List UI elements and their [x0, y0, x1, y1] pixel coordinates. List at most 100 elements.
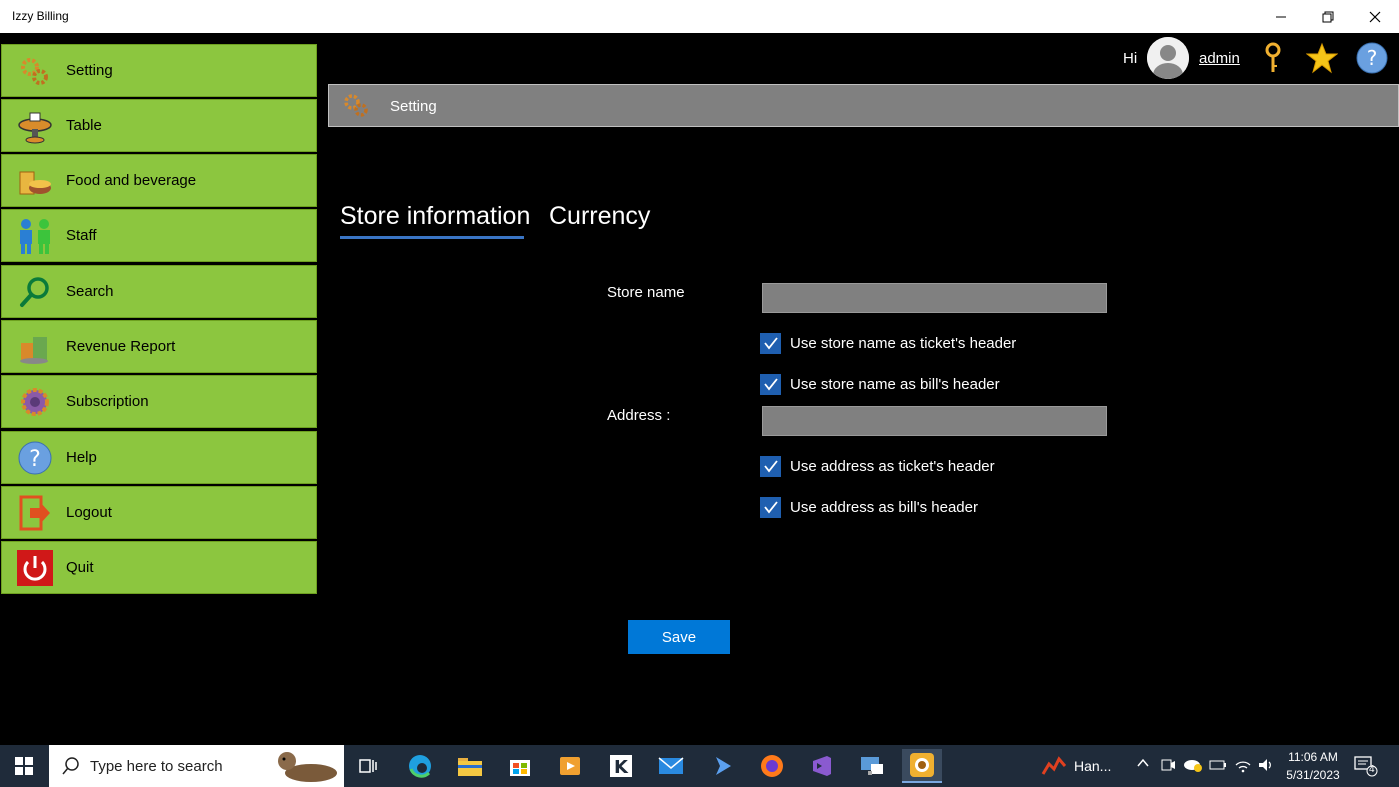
sidebar-item-search[interactable]: Search [1, 265, 317, 318]
tray-icon-wifi[interactable] [1234, 757, 1252, 776]
svg-text:?: ? [29, 447, 41, 472]
close-button[interactable] [1352, 0, 1398, 33]
page-header: Setting [328, 84, 1399, 127]
address-input[interactable] [762, 406, 1107, 436]
checkmark-icon [763, 460, 778, 473]
sidebar-item-staff[interactable]: Staff [1, 209, 317, 262]
sidebar-item-revenue-report[interactable]: Revenue Report [1, 320, 317, 373]
taskbar-app-edge[interactable] [400, 749, 440, 783]
checkbox-checked[interactable] [760, 332, 781, 354]
sidebar-item-label: Logout [66, 504, 112, 521]
task-view-button[interactable] [348, 749, 388, 783]
store-icon [510, 760, 530, 776]
taskbar-app-visual-studio[interactable] [802, 749, 842, 783]
sidebar-item-label: Table [66, 117, 102, 134]
restore-button[interactable] [1305, 0, 1351, 33]
tray-icon-onedrive[interactable] [1183, 757, 1203, 776]
help-icon: ? [15, 438, 55, 478]
taskbar-app-tray-chart[interactable] [1034, 749, 1074, 783]
taskbar-app-firefox[interactable] [752, 749, 792, 783]
window-title: Izzy Billing [12, 9, 69, 23]
username-link[interactable]: admin [1199, 50, 1240, 67]
edge-icon [409, 755, 431, 778]
checkbox-checked[interactable] [760, 455, 781, 477]
mail-icon [658, 757, 684, 774]
sidebar-item-label: Revenue Report [66, 338, 176, 355]
onedrive-warning-icon [1184, 760, 1202, 772]
checkbox-label: Use address as bill's header [790, 498, 978, 516]
tray-icon-battery[interactable] [1209, 757, 1227, 776]
report-icon [15, 327, 55, 367]
taskbar-search-placeholder: Type here to search [90, 758, 223, 775]
search-icon [62, 757, 79, 775]
notification-center-button[interactable]: 4 [1354, 755, 1378, 780]
checkbox-checked[interactable] [760, 496, 781, 518]
staff-icon [15, 216, 55, 256]
sidebar-item-quit[interactable]: Quit [1, 541, 317, 594]
checkbox-label: Use store name as bill's header [790, 375, 1000, 393]
tab-selected-indicator [340, 236, 524, 239]
azure-icon [716, 757, 731, 775]
store-name-ticket-header-checkbox[interactable]: Use store name as ticket's header [760, 332, 1016, 354]
chart-app-icon [1041, 756, 1067, 775]
checkbox-label: Use address as ticket's header [790, 457, 995, 475]
minimize-button[interactable] [1258, 0, 1304, 33]
visual-studio-icon [813, 756, 831, 776]
tray-icon-meet[interactable] [1160, 757, 1176, 776]
sidebar-item-setting[interactable]: Setting [1, 44, 317, 97]
table-icon [15, 106, 55, 146]
taskbar-app-mail[interactable] [651, 749, 691, 783]
taskbar-app-remote[interactable] [852, 749, 892, 783]
save-button[interactable]: Save [628, 620, 730, 654]
key-icon [1265, 42, 1281, 72]
clock-date: 5/31/2023 [1286, 768, 1340, 782]
clock-time: 11:06 AM [1288, 750, 1338, 764]
start-button[interactable] [0, 745, 48, 787]
help-icon: ? [1356, 42, 1388, 74]
media-player-icon [560, 757, 580, 775]
checkbox-checked[interactable] [760, 373, 781, 395]
key-button[interactable] [1257, 42, 1289, 74]
store-name-label: Store name [607, 284, 685, 301]
svg-text:?: ? [1367, 46, 1378, 70]
checkmark-icon [763, 501, 778, 514]
tab-store-information[interactable]: Store information [340, 202, 530, 231]
taskbar-search-box[interactable]: Type here to search [49, 745, 344, 787]
store-name-bill-header-checkbox[interactable]: Use store name as bill's header [760, 373, 1000, 395]
sidebar-item-food-and-beverage[interactable]: Food and beverage [1, 154, 317, 207]
taskbar-app-azure[interactable] [702, 749, 742, 783]
sidebar-item-logout[interactable]: Logout [1, 486, 317, 539]
store-name-input[interactable] [762, 283, 1107, 313]
favorite-button[interactable] [1305, 42, 1339, 74]
tray-icon-volume[interactable] [1257, 757, 1275, 776]
tray-app-label[interactable]: Han... [1074, 758, 1111, 774]
tab-currency[interactable]: Currency [549, 202, 650, 231]
notification-count: 4 [1369, 764, 1375, 775]
folder-icon [458, 758, 482, 776]
taskbar-app-k[interactable]: K [601, 749, 641, 783]
sidebar-item-subscription[interactable]: Subscription [1, 375, 317, 428]
taskbar-app-media[interactable] [550, 749, 590, 783]
taskbar-app-file-explorer[interactable] [450, 749, 490, 783]
sidebar-item-table[interactable]: Table [1, 99, 317, 152]
checkmark-icon [763, 337, 778, 350]
address-label: Address : [607, 407, 671, 424]
show-hidden-icons-button[interactable] [1136, 756, 1150, 773]
sidebar-item-help[interactable]: ? Help [1, 431, 317, 484]
remote-desktop-icon [861, 757, 883, 775]
k-app-icon: K [610, 755, 632, 778]
user-avatar-icon [1147, 37, 1189, 79]
task-view-icon [359, 759, 377, 773]
taskbar-app-store[interactable] [500, 749, 540, 783]
page-title: Setting [390, 98, 437, 115]
address-ticket-header-checkbox[interactable]: Use address as ticket's header [760, 455, 995, 477]
gears-icon [341, 90, 371, 120]
avatar [1147, 37, 1189, 79]
taskbar-clock[interactable]: 11:06 AM 5/31/2023 [1282, 748, 1344, 784]
taskbar-app-izzy-billing[interactable] [902, 749, 942, 783]
checkmark-icon [763, 378, 778, 391]
title-bar: Izzy Billing [0, 0, 1399, 33]
address-bill-header-checkbox[interactable]: Use address as bill's header [760, 496, 978, 518]
help-button[interactable]: ? [1356, 42, 1388, 74]
star-icon [1305, 42, 1339, 74]
